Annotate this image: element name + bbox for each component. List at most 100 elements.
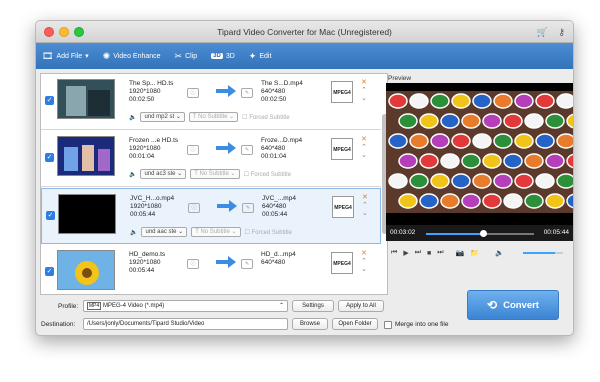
- row-checkbox[interactable]: ✓: [45, 153, 54, 162]
- apply-to-all-button[interactable]: Apply to All: [338, 300, 384, 312]
- clip-button[interactable]: ✂ Clip: [174, 50, 198, 61]
- open-folder-button[interactable]: Open Folder: [332, 318, 378, 330]
- browse-button[interactable]: Browse: [292, 318, 328, 330]
- convert-icon: ⟲: [487, 298, 498, 312]
- candy-shape: [461, 113, 481, 129]
- video-enhance-button[interactable]: ✺ Video Enhance: [102, 50, 161, 61]
- edit-button[interactable]: ✦ Edit: [248, 50, 272, 61]
- row-checkbox[interactable]: ✓: [46, 211, 55, 220]
- source-duration: 00:01:04: [129, 153, 155, 160]
- candy-shape: [461, 153, 481, 169]
- edit-icon[interactable]: ✎: [241, 259, 253, 269]
- candy-shape: [398, 113, 418, 129]
- info-icon[interactable]: ⓘ: [187, 259, 199, 269]
- file-list[interactable]: ✓ The Sp... HD.ts 1920*1080 00:02:50 ⓘ ✎…: [40, 73, 388, 295]
- reorder-icon[interactable]: ⌃ ⌄: [361, 87, 367, 102]
- candy-shape: [419, 113, 439, 129]
- remove-icon[interactable]: ✕ ⌃ ⌄: [361, 135, 367, 159]
- candy-shape: [398, 193, 418, 209]
- source-name: Frozen ...e HD.ts: [129, 137, 179, 144]
- audio-track-select[interactable]: und aac ste ⌄: [141, 227, 188, 237]
- row-checkbox[interactable]: ✓: [45, 267, 54, 276]
- seek-handle[interactable]: [480, 230, 488, 237]
- chevron-down-icon[interactable]: ▾: [85, 52, 89, 60]
- output-format-icon[interactable]: MPEG4: [331, 138, 353, 160]
- file-row[interactable]: ✓ HD_demo.ts 1920*1080 00:05:44 ⓘ ✎ HD_d…: [41, 245, 381, 294]
- play-icon[interactable]: ▶: [403, 249, 408, 257]
- close-window-button[interactable]: [44, 27, 54, 37]
- forced-subtitle-option[interactable]: ☐ Forced Subtitle: [242, 114, 289, 121]
- output-format-icon[interactable]: MPEG4: [331, 252, 353, 274]
- add-file-label: Add File: [56, 52, 83, 60]
- sparkle-icon: ✦: [248, 50, 257, 61]
- remove-icon[interactable]: ✕ ⌃ ⌄: [361, 78, 367, 102]
- enhance-icon: ✺: [102, 50, 111, 61]
- candy-shape: [556, 133, 573, 149]
- output-duration: 00:01:04: [261, 153, 287, 160]
- minimize-window-button[interactable]: [59, 27, 69, 37]
- reorder-icon[interactable]: ⌃ ⌄: [362, 202, 368, 217]
- file-row[interactable]: ✓ JVC_H...o.mp4 1920*1080 00:05:44 ⓘ ✎ J…: [41, 188, 381, 244]
- add-file-button[interactable]: 🎞 Add File ▾: [42, 51, 89, 61]
- output-format-icon[interactable]: MPEG4: [331, 81, 353, 103]
- audio-track-select[interactable]: und mp2 st ⌄: [140, 112, 185, 122]
- forced-subtitle-option[interactable]: ☐ Forced Subtitle: [245, 229, 292, 236]
- subtitle-value: No Subtitle: [198, 114, 228, 120]
- candy-shape: [545, 113, 565, 129]
- time-bar: 00:03:02 00:05:44: [386, 225, 573, 241]
- folder-icon[interactable]: 📁: [470, 249, 479, 257]
- subtitle-select[interactable]: T No Subtitle ⌄: [188, 112, 239, 122]
- file-row[interactable]: ✓ The Sp... HD.ts 1920*1080 00:02:50 ⓘ ✎…: [41, 74, 381, 130]
- clip-label: Clip: [185, 52, 198, 60]
- maximize-window-button[interactable]: [74, 27, 84, 37]
- candy-shape: [556, 93, 573, 109]
- key-icon[interactable]: ⚷: [558, 27, 565, 37]
- 3d-icon: 3D: [211, 53, 223, 59]
- candy-shape: [461, 193, 481, 209]
- info-icon[interactable]: ⓘ: [187, 145, 199, 155]
- volume-fill: [523, 252, 555, 254]
- output-resolution: 640*480: [261, 145, 286, 152]
- seek-slider[interactable]: [426, 230, 534, 237]
- reorder-icon[interactable]: ⌃ ⌄: [361, 258, 367, 273]
- volume-slider[interactable]: [523, 252, 563, 254]
- preview-video[interactable]: [386, 83, 573, 225]
- forward-icon[interactable]: ⏭: [415, 249, 421, 257]
- subtitle-select[interactable]: T No Subtitle ⌄: [190, 169, 240, 179]
- video-thumbnail: [57, 250, 115, 290]
- forced-subtitle-option[interactable]: ☐ Forced Subtitle: [244, 171, 291, 178]
- track-options: 🔈 und aac ste ⌄ T No Subtitle ⌄ ☐ Forced…: [130, 227, 292, 237]
- destination-input[interactable]: /Users/jonly/Documents/Tipard Studio/Vid…: [83, 318, 288, 330]
- source-duration: 00:05:44: [129, 267, 155, 274]
- info-icon[interactable]: ⓘ: [188, 203, 200, 213]
- reorder-icon[interactable]: ⌃ ⌄: [361, 144, 367, 159]
- edit-icon[interactable]: ✎: [241, 145, 253, 155]
- scissors-icon: ✂: [174, 50, 183, 61]
- audio-track-select[interactable]: und ac3 ste ⌄: [140, 169, 187, 179]
- edit-icon[interactable]: ✎: [242, 203, 254, 213]
- candy-shape: [535, 93, 555, 109]
- next-icon[interactable]: ⏭: [437, 249, 443, 257]
- row-checkbox[interactable]: ✓: [45, 96, 54, 105]
- camera-icon[interactable]: 📷: [456, 249, 465, 257]
- rewind-icon[interactable]: ⏮: [391, 249, 397, 257]
- subtitle-select[interactable]: T No Subtitle ⌄: [191, 227, 241, 237]
- remove-icon[interactable]: ✕ ⌃ ⌄: [362, 193, 368, 217]
- output-name: The S...D.mp4: [261, 80, 303, 87]
- remove-icon[interactable]: ✕ ⌃ ⌄: [361, 249, 367, 273]
- settings-button[interactable]: Settings: [292, 300, 334, 312]
- 3d-button[interactable]: 3D 3D: [211, 53, 235, 60]
- profile-label: Profile:: [58, 303, 79, 310]
- candy-shape: [514, 133, 534, 149]
- speaker-icon[interactable]: 🔈: [495, 249, 504, 257]
- output-format-icon[interactable]: MPEG4: [332, 196, 354, 218]
- info-icon[interactable]: ⓘ: [187, 88, 199, 98]
- edit-icon[interactable]: ✎: [241, 88, 253, 98]
- profile-select[interactable]: MP4 MPEG-4 Video (*.mp4) ⌃: [83, 300, 288, 312]
- convert-button[interactable]: ⟲ Convert: [467, 290, 559, 320]
- stop-icon[interactable]: ■: [427, 250, 431, 257]
- merge-checkbox[interactable]: [384, 321, 392, 329]
- candy-shape: [524, 193, 544, 209]
- file-row[interactable]: ✓ Frozen ...e HD.ts 1920*1080 00:01:04 ⓘ…: [41, 131, 381, 187]
- cart-icon[interactable]: 🛒: [537, 27, 548, 37]
